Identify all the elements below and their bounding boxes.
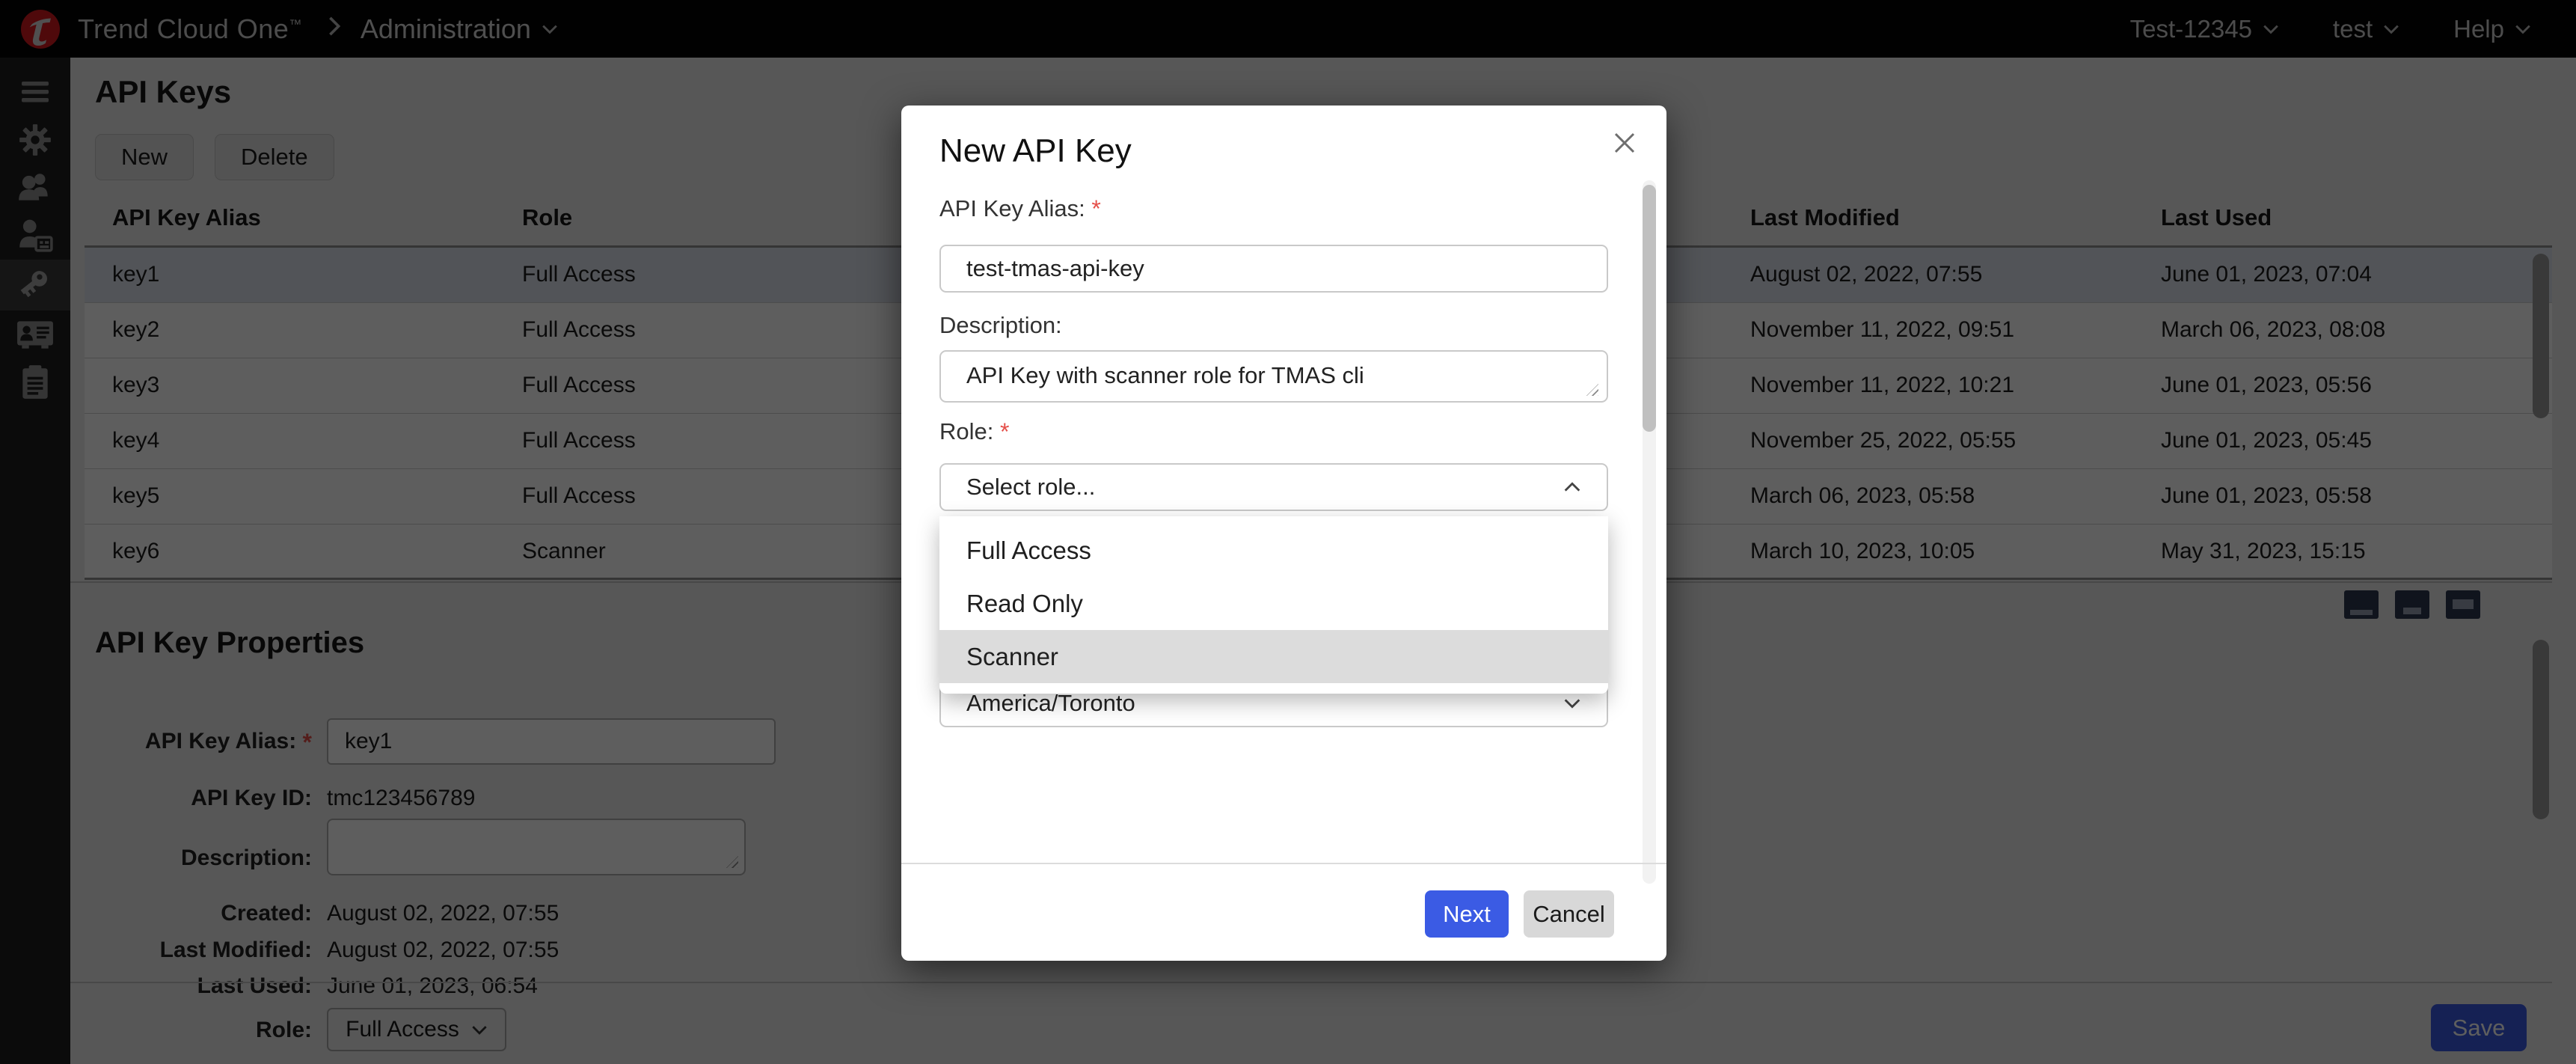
modal-footer: Next Cancel — [901, 863, 1666, 961]
modal-alias-input[interactable] — [939, 245, 1608, 293]
modal-role-select[interactable]: Select role... — [939, 463, 1608, 511]
new-api-key-modal: New API Key API Key Alias: * Description… — [901, 106, 1666, 961]
role-placeholder: Select role... — [966, 474, 1095, 501]
timezone-value: America/Toronto — [966, 690, 1135, 717]
required-star: * — [1091, 195, 1100, 222]
required-star: * — [1000, 418, 1009, 445]
cancel-button[interactable]: Cancel — [1524, 890, 1614, 938]
modal-alias-label: API Key Alias: * — [939, 195, 1101, 223]
modal-description-textarea[interactable]: API Key with scanner role for TMAS cli — [939, 350, 1608, 403]
close-icon[interactable] — [1608, 126, 1641, 159]
option-full-access[interactable]: Full Access — [939, 524, 1608, 577]
option-scanner[interactable]: Scanner — [939, 630, 1608, 683]
modal-scrollbar-thumb[interactable] — [1643, 185, 1656, 432]
modal-role-label: Role: * — [939, 418, 1009, 446]
resize-handle-icon[interactable] — [1586, 384, 1600, 397]
modal-scrollbar[interactable] — [1643, 180, 1656, 884]
chevron-up-icon — [1563, 482, 1581, 492]
role-options-dropdown: Full Access Read Only Scanner — [939, 516, 1608, 694]
option-read-only[interactable]: Read Only — [939, 577, 1608, 630]
modal-description-label: Description: — [939, 312, 1062, 339]
modal-title: New API Key — [939, 132, 1132, 170]
next-button[interactable]: Next — [1425, 890, 1509, 938]
chevron-down-icon — [1563, 698, 1581, 709]
